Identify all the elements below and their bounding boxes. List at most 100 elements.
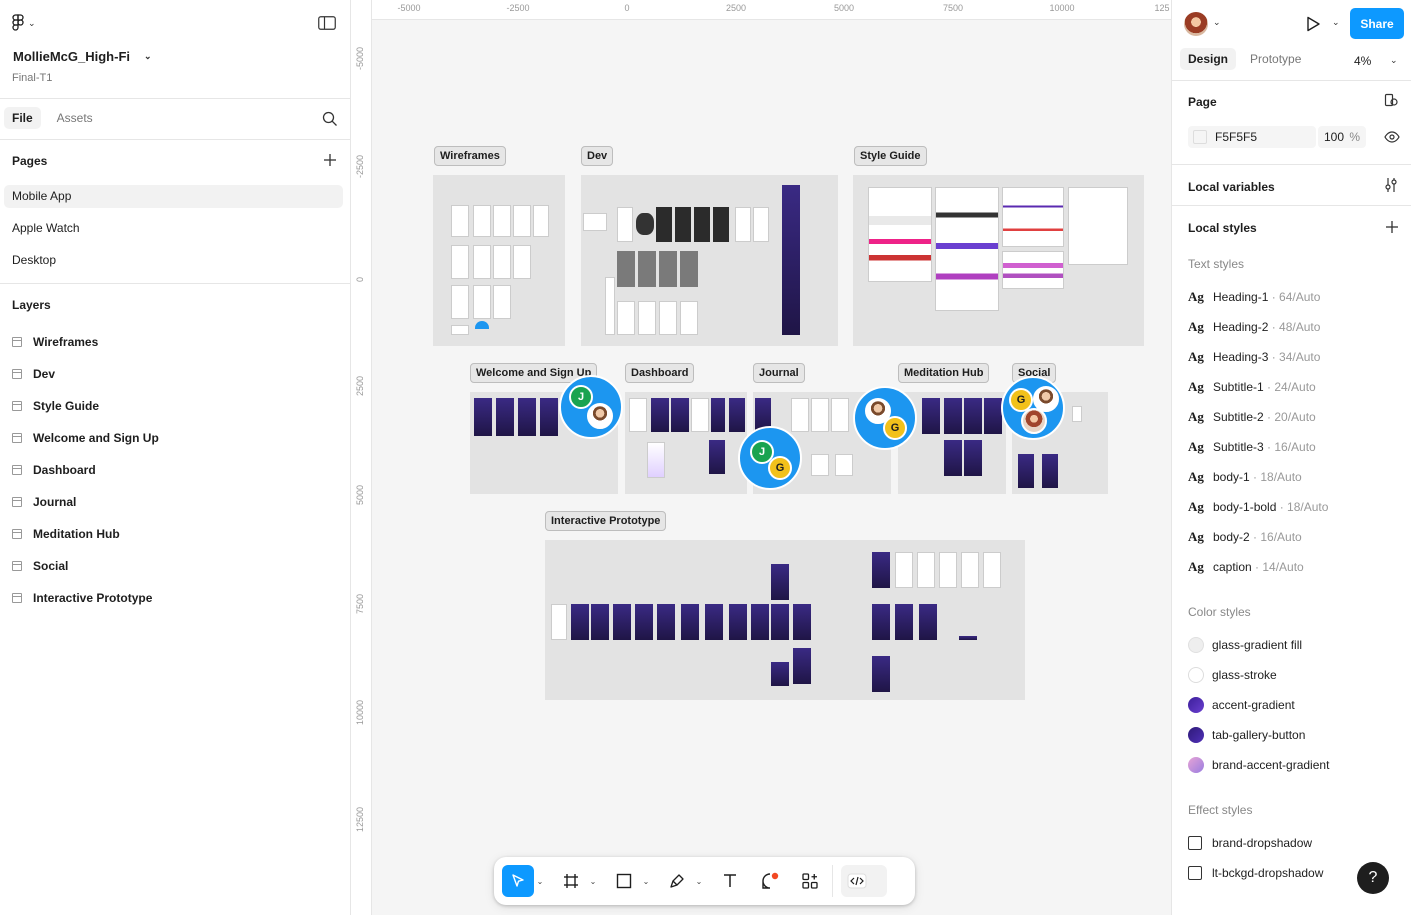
sidebar-toggle-icon[interactable] [318,16,336,30]
text-style-item[interactable]: Ag Heading-3 · 34/Auto [1188,349,1320,365]
share-button[interactable]: Share [1350,8,1404,39]
layer-item-style-guide[interactable]: Style Guide [12,398,99,414]
chevron-down-icon[interactable]: ⌄ [640,877,652,886]
text-style-item[interactable]: Ag body-1-bold · 18/Auto [1188,499,1328,515]
page-item-desktop[interactable]: Desktop [4,249,343,272]
app-screen [474,398,492,436]
layer-label: Style Guide [33,399,100,413]
page-item-apple-watch[interactable]: Apple Watch [4,217,343,240]
section-style-guide[interactable] [853,175,1144,346]
main-menu-button[interactable]: ⌄ [12,14,36,32]
add-style-icon[interactable] [1385,220,1399,234]
dev-mode-toggle[interactable] [841,865,887,897]
section-label-dev[interactable]: Dev [581,146,614,166]
layer-item-dev[interactable]: Dev [12,366,55,382]
text-style-item[interactable]: Ag caption · 14/Auto [1188,559,1304,575]
help-button[interactable]: ? [1357,862,1389,894]
left-tabs: File Assets [4,107,101,129]
design-canvas[interactable]: -5000 -2500 0 2500 5000 7500 10000 125 -… [352,0,1171,915]
tab-file[interactable]: File [4,107,41,129]
user-avatar[interactable] [1184,12,1208,36]
chevron-down-icon[interactable]: ⌄ [534,877,546,886]
layer-item-welcome[interactable]: Welcome and Sign Up [12,430,159,446]
section-icon [12,401,22,411]
text-style-item[interactable]: Ag Subtitle-1 · 24/Auto [1188,379,1316,395]
section-label-dashboard[interactable]: Dashboard [625,363,695,383]
tab-prototype[interactable]: Prototype [1242,48,1309,70]
layer-item-journal[interactable]: Journal [12,494,76,510]
local-variables-title[interactable]: Local variables [1188,180,1275,194]
color-style-name: tab-gallery-button [1212,728,1306,742]
text-style-item[interactable]: Ag Heading-1 · 64/Auto [1188,289,1320,305]
text-style-item[interactable]: Ag Subtitle-2 · 20/Auto [1188,409,1316,425]
layer-item-dashboard[interactable]: Dashboard [12,462,96,478]
layer-item-interactive-prototype[interactable]: Interactive Prototype [12,590,152,606]
app-screen [729,398,745,432]
section-wireframes[interactable] [433,175,565,346]
section-dev[interactable] [581,175,838,346]
eye-icon[interactable] [1384,130,1400,144]
chevron-down-icon[interactable]: ⌄ [693,877,705,886]
ruler-tick: -5000 [355,46,365,70]
section-dashboard[interactable] [625,392,747,494]
comment-tool-button[interactable] [754,865,786,897]
chevron-down-icon[interactable]: ⌄ [1332,17,1340,28]
color-style-item[interactable]: accent-gradient [1188,697,1295,713]
pen-tool-button[interactable] [661,865,693,897]
present-play-icon[interactable] [1305,16,1321,32]
chevron-down-icon[interactable]: ⌄ [1390,55,1398,66]
app-screen [1042,454,1058,488]
color-style-item[interactable]: glass-stroke [1188,667,1277,683]
section-label-wireframes[interactable]: Wireframes [434,146,506,166]
add-page-icon[interactable] [323,153,337,167]
color-style-item[interactable]: brand-accent-gradient [1188,757,1329,773]
variables-icon[interactable] [1384,177,1398,193]
layer-item-wireframes[interactable]: Wireframes [12,334,98,350]
tab-assets[interactable]: Assets [49,107,101,129]
text-style-name: Subtitle-2 [1213,410,1264,424]
effect-style-item[interactable]: brand-dropshadow [1188,835,1312,851]
color-swatch[interactable] [1193,130,1207,144]
text-tool-button[interactable] [714,865,746,897]
actions-tool-button[interactable] [794,865,826,897]
layer-item-meditation-hub[interactable]: Meditation Hub [12,526,120,542]
color-style-item[interactable]: tab-gallery-button [1188,727,1305,743]
section-label-journal[interactable]: Journal [753,363,805,383]
tab-design[interactable]: Design [1180,48,1237,70]
color-style-item[interactable]: glass-gradient fill [1188,637,1302,653]
frame-tool-button[interactable] [555,865,587,897]
page-item-mobile-app[interactable]: Mobile App [4,185,343,208]
chevron-down-icon[interactable]: ⌄ [587,877,599,886]
text-style-icon: Ag [1188,529,1204,544]
zoom-level[interactable]: 4% [1354,54,1371,68]
text-style-item[interactable]: Ag Subtitle-3 · 16/Auto [1188,439,1316,455]
shape-tool-button[interactable] [608,865,640,897]
section-label-prototype[interactable]: Interactive Prototype [545,511,667,531]
section-label-meditation[interactable]: Meditation Hub [898,363,990,383]
effect-style-item[interactable]: lt-bckgd-dropshadow [1188,865,1323,881]
text-style-item[interactable]: Ag Heading-2 · 48/Auto [1188,319,1320,335]
app-screen [793,648,811,684]
page-opacity-field[interactable]: 100 % [1318,126,1366,148]
dev-component [636,213,654,235]
dev-component [617,301,635,335]
section-label-style-guide[interactable]: Style Guide [854,146,927,166]
app-screen [691,398,709,432]
layer-item-social[interactable]: Social [12,558,68,574]
chevron-down-icon[interactable]: ⌄ [144,52,152,61]
page-color-field[interactable]: F5F5F5 [1188,126,1316,148]
file-name[interactable]: MollieMcG_High-Fi ⌄ [13,49,152,64]
ruler-tick: 2500 [725,3,747,13]
divider [0,98,351,99]
dev-component [659,251,677,287]
app-screen [895,604,913,640]
page-style-icon[interactable] [1384,93,1398,107]
move-tool-button[interactable] [502,865,534,897]
text-style-item[interactable]: Ag body-2 · 16/Auto [1188,529,1302,545]
ruler-vertical: -5000 -2500 0 2500 5000 7500 10000 12500 [352,0,372,915]
section-prototype[interactable] [545,540,1025,700]
text-style-item[interactable]: Ag body-1 · 18/Auto [1188,469,1302,485]
search-icon[interactable] [322,111,338,127]
app-screen [831,398,849,432]
chevron-down-icon[interactable]: ⌄ [1213,17,1221,28]
